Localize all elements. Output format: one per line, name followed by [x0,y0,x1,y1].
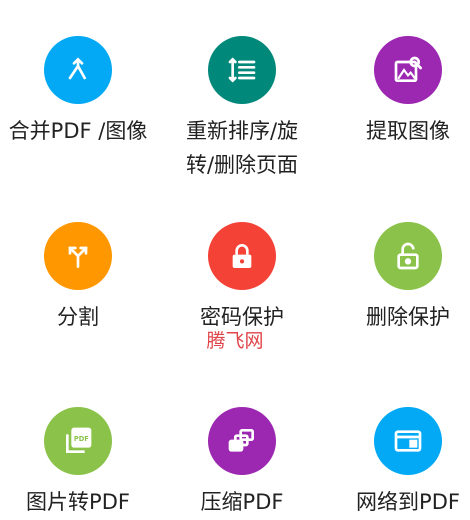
split-icon [44,222,112,290]
tool-web-to-pdf[interactable]: 网络到PDF [330,407,470,519]
tool-label: 重新排序/旋转/删除页面 [185,119,299,177]
tool-split[interactable]: 分割 [0,222,156,334]
svg-text:PDF: PDF [74,435,89,443]
watermark-text: 腾飞网 [206,330,264,352]
tool-label: 网络到PDF [356,490,460,514]
merge-icon [44,36,112,104]
tool-password-protect[interactable]: 密码保护 [164,222,320,334]
compress-icon [208,407,276,475]
tool-label: 提取图像 [366,119,450,143]
tool-label: 压缩PDF [200,490,284,514]
pdf-icon: PDF [44,407,112,475]
tool-compress-pdf[interactable]: 压缩PDF [164,407,320,519]
tool-label: 图片转PDF [26,490,130,514]
lock-icon [208,222,276,290]
image-search-icon [374,36,442,104]
unlock-icon [374,222,442,290]
tool-extract-images[interactable]: 提取图像 [330,36,470,148]
tool-reorder-pages[interactable]: 重新排序/旋转/删除页面 [164,36,320,182]
tool-remove-protection[interactable]: 删除保护 [330,222,470,334]
reorder-icon [208,36,276,104]
web-icon [374,407,442,475]
tool-label: 合并PDF /图像 [8,119,148,143]
tool-image-to-pdf[interactable]: PDF 图片转PDF [0,407,156,519]
tool-merge-pdf[interactable]: 合并PDF /图像 [0,36,156,148]
